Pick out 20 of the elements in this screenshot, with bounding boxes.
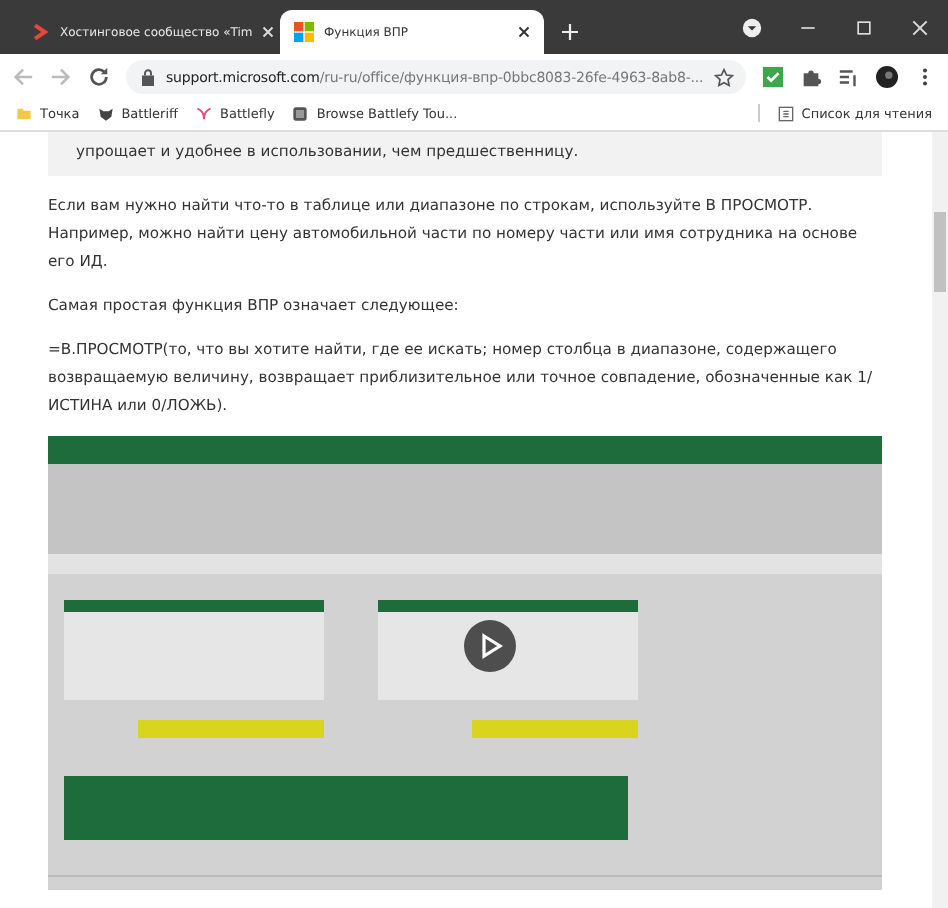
avatar-icon[interactable] [876, 66, 898, 88]
maximize-icon[interactable] [854, 18, 874, 38]
play-button[interactable] [464, 620, 516, 672]
reload-icon[interactable] [88, 66, 110, 88]
checkmark-extension-icon[interactable] [762, 66, 784, 88]
lock-icon [140, 68, 156, 86]
scrollbar[interactable] [932, 132, 948, 908]
reading-list-icon [777, 105, 794, 121]
close-icon[interactable] [518, 26, 530, 38]
mask-icon [97, 105, 114, 121]
folder-icon [16, 105, 32, 121]
wing-icon [196, 105, 213, 121]
page-icon [292, 105, 309, 121]
chevron-icon [30, 22, 50, 42]
profile-dropdown-icon[interactable] [742, 18, 762, 38]
reading-list-icon[interactable] [838, 66, 860, 88]
new-tab-icon[interactable] [562, 24, 578, 40]
star-icon[interactable] [713, 67, 734, 87]
windows-logo-icon [294, 22, 314, 42]
puzzle-icon[interactable] [800, 66, 822, 88]
